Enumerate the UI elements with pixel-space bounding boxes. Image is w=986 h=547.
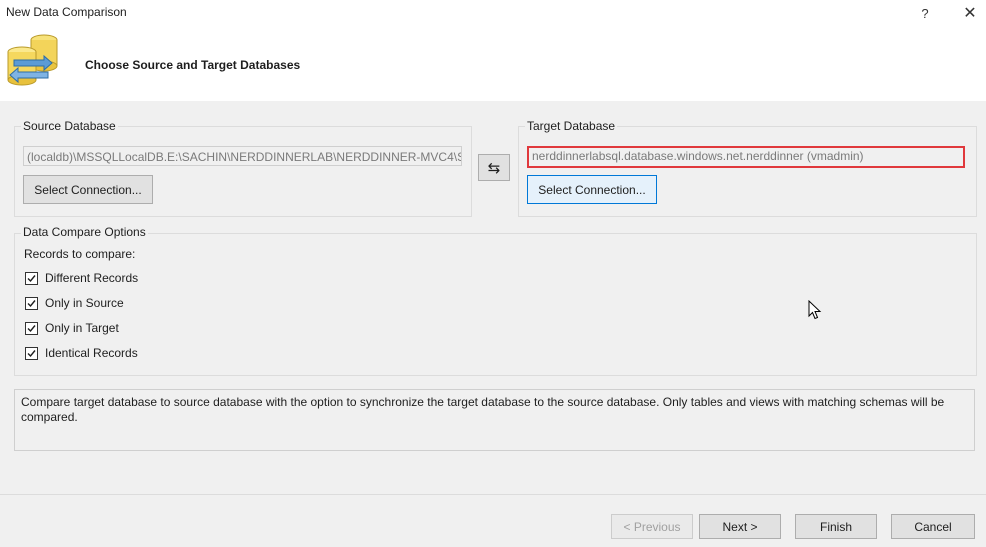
data-compare-options-group xyxy=(14,233,977,376)
window-title: New Data Comparison xyxy=(6,5,127,19)
swap-arrows-icon: ⇆ xyxy=(487,159,501,177)
page-title: Choose Source and Target Databases xyxy=(85,58,301,72)
checkbox-check-icon[interactable] xyxy=(25,321,38,335)
checkbox-label: Identical Records xyxy=(45,346,138,360)
database-compare-icon xyxy=(4,30,60,90)
cancel-button[interactable]: Cancel xyxy=(891,514,975,539)
source-database-label: Source Database xyxy=(21,119,118,133)
mouse-cursor-icon xyxy=(808,299,822,323)
title-bar: New Data Comparison ? ✕ xyxy=(0,0,986,26)
description-text: Compare target database to source databa… xyxy=(21,395,945,424)
target-select-connection-button[interactable]: Select Connection... xyxy=(527,175,657,204)
swap-databases-button[interactable]: ⇆ xyxy=(478,154,510,181)
source-connection-field[interactable]: (localdb)\MSSQLLocalDB.E:\SACHIN\NERDDIN… xyxy=(23,146,462,166)
checkbox-different-records[interactable]: Different Records xyxy=(25,271,138,285)
target-database-label: Target Database xyxy=(525,119,618,133)
previous-button[interactable]: < Previous xyxy=(611,514,693,539)
checkbox-check-icon[interactable] xyxy=(25,271,38,285)
footer-divider xyxy=(0,494,986,495)
description-box: Compare target database to source databa… xyxy=(14,389,975,451)
data-compare-options-label: Data Compare Options xyxy=(21,225,148,239)
target-connection-field[interactable]: nerddinnerlabsql.database.windows.net.ne… xyxy=(527,146,965,168)
help-button[interactable]: ? xyxy=(905,0,945,26)
next-button[interactable]: Next > xyxy=(699,514,781,539)
checkbox-label: Only in Target xyxy=(45,321,119,335)
checkbox-only-in-source[interactable]: Only in Source xyxy=(25,296,124,310)
checkbox-label: Different Records xyxy=(45,271,139,285)
finish-button[interactable]: Finish xyxy=(795,514,877,539)
close-icon: ✕ xyxy=(963,5,977,22)
close-button[interactable]: ✕ xyxy=(950,0,986,26)
source-select-connection-button[interactable]: Select Connection... xyxy=(23,175,153,204)
checkbox-only-in-target[interactable]: Only in Target xyxy=(25,321,119,335)
checkbox-label: Only in Source xyxy=(45,296,124,310)
wizard-header: Choose Source and Target Databases xyxy=(0,26,986,101)
checkbox-check-icon[interactable] xyxy=(25,296,38,310)
checkbox-check-icon[interactable] xyxy=(25,346,38,360)
checkbox-identical-records[interactable]: Identical Records xyxy=(25,346,138,360)
records-to-compare-label: Records to compare: xyxy=(24,247,136,261)
